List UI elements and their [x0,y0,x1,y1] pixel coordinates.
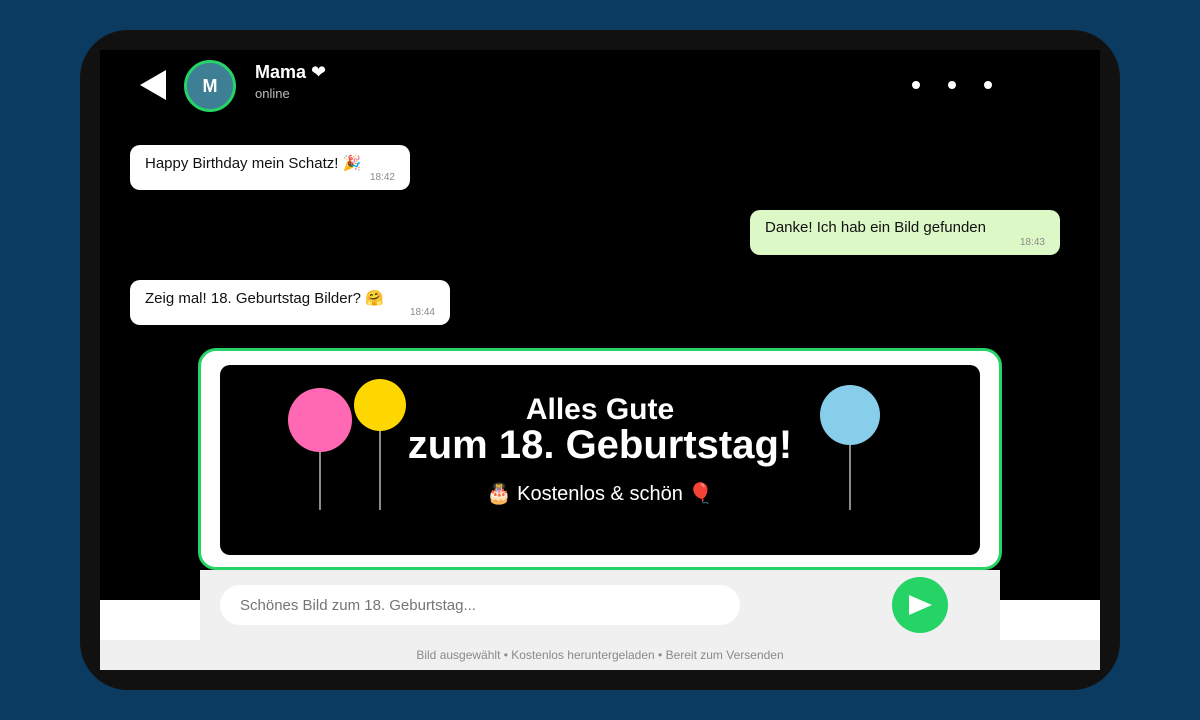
send-button[interactable] [892,577,948,633]
send-arrow-icon [909,595,932,615]
message-incoming[interactable]: Happy Birthday mein Schatz! 🎉 18:42 [130,145,410,190]
avatar-initial: M [202,75,218,96]
message-text: Zeig mal! 18. Geburtstag Bilder? 🤗 [145,290,384,307]
contact-status: online [255,86,290,101]
more-dots-icon[interactable] [912,78,992,92]
selected-image-message[interactable]: Alles Gute zum 18. Geburtstag! 🎂 Kostenl… [198,348,1002,570]
message-text: Danke! Ich hab ein Bild gefunden [765,219,986,236]
menu-dot [984,81,992,89]
menu-dot [912,81,920,89]
back-button[interactable] [140,70,166,100]
card-title-line1: Alles Gute [525,393,675,426]
avatar[interactable]: M [184,60,236,112]
message-text: Happy Birthday mein Schatz! 🎉 [145,155,362,172]
back-arrow-icon [140,70,166,100]
card-subtitle: 🎂 Kostenlos & schön 🎈 [486,483,714,505]
message-outgoing[interactable]: Danke! Ich hab ein Bild gefunden 18:43 [750,210,1060,255]
message-incoming[interactable]: Zeig mal! 18. Geburtstag Bilder? 🤗 18:44 [130,280,450,325]
birthday-card-image: Alles Gute zum 18. Geburtstag! 🎂 Kostenl… [220,365,980,555]
chat-screen: M Mama ❤ online Happy Birthday mein Scha… [100,50,1100,670]
compose-bar [200,570,1000,640]
status-bar: Bild ausgewählt • Kostenlos heruntergela… [100,640,1100,670]
contact-name[interactable]: Mama ❤ [255,62,326,83]
menu-dot [948,81,956,89]
message-time: 18:43 [1019,237,1045,248]
message-time: 18:42 [369,172,395,183]
message-time: 18:44 [409,307,435,318]
message-input[interactable] [220,585,740,625]
card-title-line2: zum 18. Geburtstag! [407,423,793,467]
